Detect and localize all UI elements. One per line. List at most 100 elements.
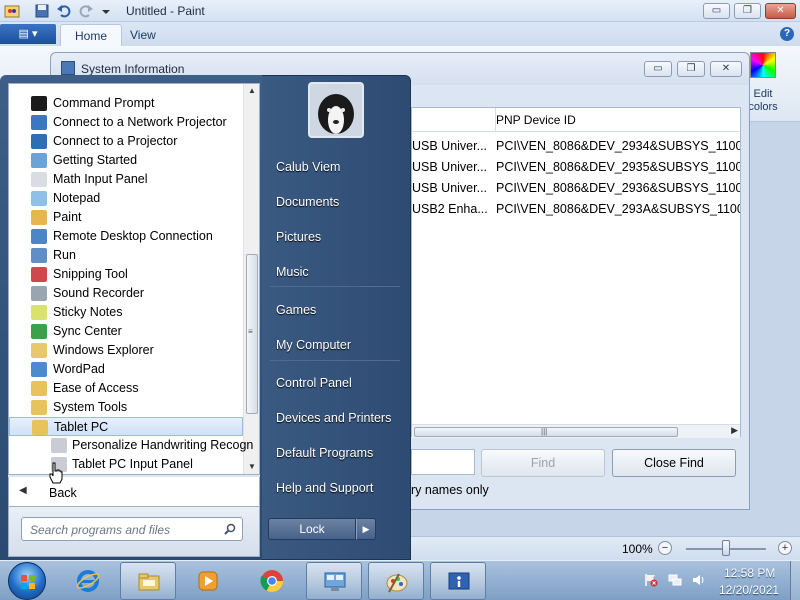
- shutdown-options-arrow-icon[interactable]: ▶: [356, 518, 376, 540]
- program-item[interactable]: Notepad: [9, 189, 243, 208]
- scroll-up-icon[interactable]: ▲: [248, 86, 256, 95]
- zoom-in-button[interactable]: +: [778, 541, 792, 555]
- clock-time[interactable]: 12:58 PM: [724, 566, 775, 580]
- start-link-default-programs[interactable]: Default Programs: [276, 446, 373, 460]
- remote-desktop-icon: [31, 229, 47, 244]
- program-label: Command Prompt: [53, 96, 155, 110]
- program-item[interactable]: Connect to a Network Projector: [9, 113, 243, 132]
- windows-explorer-icon: [138, 573, 160, 591]
- search-icon[interactable]: [224, 523, 236, 535]
- clock-date[interactable]: 12/20/2021: [719, 583, 779, 597]
- taskbar-windows-explorer[interactable]: [120, 562, 176, 600]
- action-center-flag-icon[interactable]: [644, 573, 658, 587]
- notepad-icon: [31, 191, 47, 206]
- taskbar-control-panel[interactable]: [306, 562, 362, 600]
- taskbar-internet-explorer[interactable]: [60, 562, 116, 600]
- paint-minimize-button[interactable]: ▭: [703, 3, 730, 19]
- pnp-device-id: PCI\VEN_8086&DEV_2934&SUBSYS_11001: [496, 139, 740, 153]
- quick-access-dropdown-icon[interactable]: [98, 3, 114, 19]
- program-item[interactable]: Connect to a Projector: [9, 132, 243, 151]
- search-programs-input[interactable]: Search programs and files: [21, 517, 243, 541]
- program-item[interactable]: Paint: [9, 208, 243, 227]
- program-item[interactable]: Command Prompt: [9, 94, 243, 113]
- paint-maximize-button[interactable]: ❐: [734, 3, 761, 19]
- taskbar-chrome[interactable]: [244, 562, 300, 600]
- sticky-notes-icon: [31, 305, 47, 320]
- program-label: Connect to a Projector: [53, 134, 178, 148]
- start-link-my-computer[interactable]: My Computer: [276, 338, 351, 352]
- device-row[interactable]: USB Univer... PCI\VEN_8086&DEV_2936&SUBSY…: [412, 178, 740, 199]
- program-item[interactable]: Sticky Notes: [9, 303, 243, 322]
- scroll-down-icon[interactable]: ▼: [248, 462, 256, 471]
- device-row[interactable]: USB Univer... PCI\VEN_8086&DEV_2935&SUBSY…: [412, 157, 740, 178]
- taskbar-media-player[interactable]: [180, 562, 236, 600]
- paint-icon: [386, 573, 408, 593]
- program-label: Personalize Handwriting Recogn: [72, 438, 254, 452]
- program-item[interactable]: Windows Explorer: [9, 341, 243, 360]
- horizontal-scroll-thumb[interactable]: |||: [414, 427, 678, 437]
- sysinfo-close-button[interactable]: ✕: [710, 61, 742, 77]
- program-item[interactable]: Sound Recorder: [9, 284, 243, 303]
- network-icon[interactable]: [668, 573, 682, 587]
- volume-icon[interactable]: [692, 573, 706, 587]
- projector-icon: [31, 134, 47, 149]
- program-item[interactable]: Snipping Tool: [9, 265, 243, 284]
- back-button[interactable]: ◀ Back: [8, 477, 260, 507]
- user-avatar[interactable]: [308, 82, 364, 138]
- program-item[interactable]: Personalize Handwriting Recogn: [9, 436, 253, 455]
- start-link-calub-viem[interactable]: Calub Viem: [276, 160, 340, 174]
- program-item[interactable]: Getting Started: [9, 151, 243, 170]
- folder-icon: [32, 420, 48, 435]
- sysinfo-minimize-button[interactable]: ▭: [644, 61, 672, 77]
- redo-icon[interactable]: [78, 3, 94, 19]
- start-link-control-panel[interactable]: Control Panel: [276, 376, 352, 390]
- horizontal-scrollbar[interactable]: ||| ▶: [412, 424, 740, 438]
- program-label: Ease of Access: [53, 381, 139, 395]
- taskbar-paint[interactable]: [368, 562, 424, 600]
- tab-home[interactable]: Home: [60, 24, 123, 46]
- device-row[interactable]: USB2 Enha... PCI\VEN_8086&DEV_293A&SUBSYS…: [412, 199, 740, 220]
- edit-colors-button[interactable]: Edit colors: [748, 50, 778, 120]
- start-link-documents[interactable]: Documents: [276, 195, 339, 209]
- find-what-input[interactable]: [411, 449, 475, 475]
- device-row[interactable]: USB Univer... PCI\VEN_8086&DEV_2934&SUBSY…: [412, 136, 740, 157]
- program-item[interactable]: Remote Desktop Connection: [9, 227, 243, 246]
- start-link-devices-and-printers[interactable]: Devices and Printers: [276, 411, 391, 425]
- sysinfo-maximize-button[interactable]: ❐: [677, 61, 705, 77]
- column-header-name[interactable]: [412, 108, 496, 132]
- paint-application-menu-button[interactable]: ▤ ▾: [0, 24, 56, 44]
- taskbar: 12:58 PM 12/20/2021: [0, 560, 800, 600]
- zoom-out-button[interactable]: −: [658, 541, 672, 555]
- program-item[interactable]: Math Input Panel: [9, 170, 243, 189]
- programs-scroll-thumb[interactable]: ≡: [246, 254, 258, 414]
- program-item[interactable]: Sync Center: [9, 322, 243, 341]
- paint-close-button[interactable]: ✕: [765, 3, 796, 19]
- column-header-pnp-device-id[interactable]: PNP Device ID: [496, 113, 576, 127]
- sync-center-icon: [31, 324, 47, 339]
- taskbar-system-information[interactable]: [430, 562, 486, 600]
- program-item[interactable]: Ease of Access: [9, 379, 243, 398]
- start-link-help-and-support[interactable]: Help and Support: [276, 481, 373, 495]
- start-button[interactable]: [8, 562, 46, 600]
- find-button[interactable]: Find: [481, 449, 605, 477]
- program-item[interactable]: System Tools: [9, 398, 243, 417]
- undo-icon[interactable]: [56, 3, 72, 19]
- start-link-music[interactable]: Music: [276, 265, 309, 279]
- program-item[interactable]: WordPad: [9, 360, 243, 379]
- start-link-games[interactable]: Games: [276, 303, 316, 317]
- tab-view[interactable]: View: [116, 24, 170, 46]
- lock-button[interactable]: Lock: [268, 518, 356, 540]
- close-find-button[interactable]: Close Find: [612, 449, 736, 477]
- scroll-right-icon[interactable]: ▶: [731, 425, 738, 436]
- color-palette-icon: [750, 52, 776, 78]
- folder-icon: [31, 381, 47, 396]
- program-item[interactable]: Run: [9, 246, 243, 265]
- show-desktop-button[interactable]: [790, 561, 800, 600]
- help-icon[interactable]: ?: [780, 27, 794, 41]
- save-icon[interactable]: [34, 3, 50, 19]
- start-link-pictures[interactable]: Pictures: [276, 230, 321, 244]
- programs-vertical-scrollbar[interactable]: ▲ ≡ ▼: [243, 84, 259, 474]
- program-item[interactable]: Tablet PC: [9, 417, 243, 436]
- program-item[interactable]: Tablet PC Input Panel: [9, 455, 243, 474]
- zoom-slider-thumb[interactable]: [722, 540, 730, 556]
